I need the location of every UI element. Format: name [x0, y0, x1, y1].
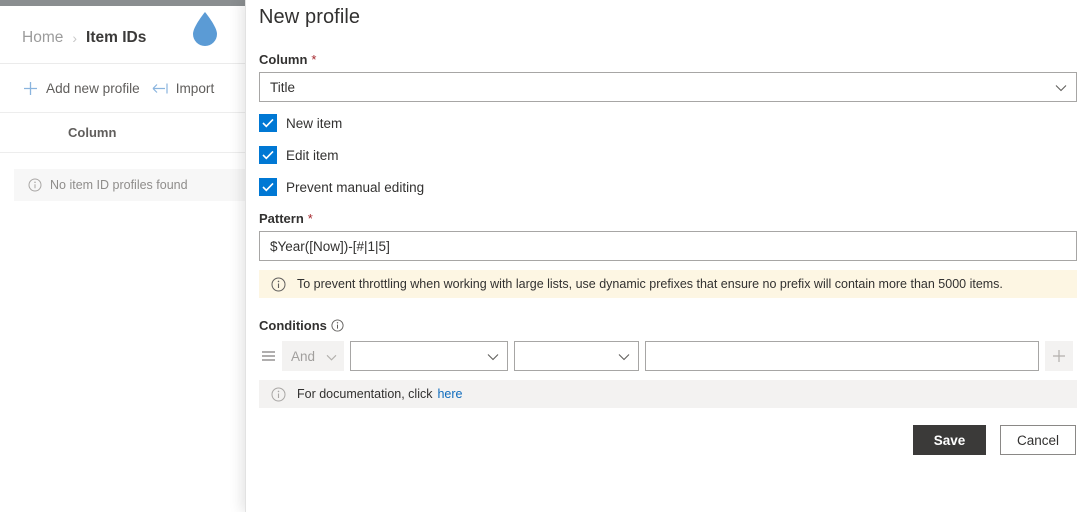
checkbox-new-item[interactable]: New item: [259, 113, 1077, 133]
background-page: Home › Item IDs Add new profile Import C…: [0, 6, 245, 512]
column-field-label: Column *: [259, 52, 1077, 67]
add-condition-button[interactable]: [1045, 341, 1073, 371]
condition-value-input[interactable]: [645, 341, 1039, 371]
throttling-warning-bar: To prevent throttling when working with …: [259, 270, 1077, 298]
info-icon: [28, 178, 42, 192]
column-required-marker: *: [311, 52, 317, 67]
info-icon: [271, 387, 286, 402]
pattern-input-value: $Year([Now])-[#|1|5]: [270, 238, 390, 254]
condition-operator-dropdown: And: [282, 341, 344, 371]
import-button[interactable]: Import: [152, 72, 215, 104]
documentation-bar: For documentation, click here: [259, 380, 1077, 408]
breadcrumb-separator-icon: ›: [72, 29, 78, 46]
checkbox-edit-item-label: Edit item: [286, 147, 339, 163]
options-checkbox-group: New item Edit item Prevent manual editin…: [259, 113, 1077, 197]
checkbox-checked-icon: [259, 178, 277, 196]
profile-form: Column * Title New item Edit item Preven…: [259, 52, 1077, 408]
pattern-field-label: Pattern *: [259, 211, 1077, 226]
chevron-down-icon: [326, 342, 337, 372]
pattern-input[interactable]: $Year([Now])-[#|1|5]: [259, 231, 1077, 261]
checkbox-checked-icon: [259, 146, 277, 164]
column-dropdown[interactable]: Title: [259, 72, 1077, 102]
list-empty-message: No item ID profiles found: [14, 169, 245, 201]
checkbox-new-item-label: New item: [286, 115, 343, 131]
cancel-button[interactable]: Cancel: [999, 425, 1076, 455]
conditions-label: Conditions: [259, 318, 1077, 333]
checkbox-prevent-manual-editing-label: Prevent manual editing: [286, 179, 425, 195]
condition-row: And: [259, 341, 1077, 371]
checkbox-checked-icon: [259, 114, 277, 132]
app-root: Home › Item IDs Add new profile Import C…: [0, 0, 1083, 512]
chevron-down-icon: [618, 342, 630, 372]
breadcrumb-current: Item IDs: [86, 28, 147, 46]
save-button[interactable]: Save: [912, 425, 986, 455]
checkbox-prevent-manual-editing[interactable]: Prevent manual editing: [259, 177, 1077, 197]
pattern-required-marker: *: [307, 211, 313, 226]
add-new-profile-label: Add new profile: [46, 80, 140, 96]
throttling-warning-text: To prevent throttling when working with …: [297, 277, 1003, 291]
documentation-text: For documentation, click: [297, 387, 433, 401]
list-empty-label: No item ID profiles found: [50, 178, 188, 192]
chevron-down-icon: [487, 342, 499, 372]
add-new-profile-button[interactable]: Add new profile: [22, 72, 140, 104]
checkbox-edit-item[interactable]: Edit item: [259, 145, 1077, 165]
pattern-label-text: Pattern: [259, 211, 304, 226]
plus-icon: [22, 80, 39, 97]
documentation-link[interactable]: here: [437, 387, 462, 401]
import-label: Import: [175, 80, 215, 96]
list-header: Column: [0, 112, 245, 153]
drag-handle-icon[interactable]: [259, 341, 277, 371]
command-bar: Add new profile Import: [0, 64, 245, 112]
column-label-text: Column: [259, 52, 308, 67]
info-icon: [271, 277, 286, 292]
water-drop-icon: [190, 11, 220, 47]
column-dropdown-value: Title: [270, 79, 296, 95]
new-profile-panel: New profile Column * Title New item Edit…: [245, 0, 1083, 512]
import-arrow-icon: [152, 80, 169, 97]
condition-field-dropdown[interactable]: [350, 341, 508, 371]
column-header-column[interactable]: Column: [68, 125, 116, 140]
conditions-label-text: Conditions: [259, 318, 327, 333]
panel-action-buttons: Save Cancel: [912, 425, 1076, 455]
breadcrumb-home[interactable]: Home: [22, 29, 63, 47]
chevron-down-icon: [1055, 73, 1067, 103]
panel-title: New profile: [259, 6, 361, 28]
condition-comparison-dropdown[interactable]: [514, 341, 639, 371]
info-circle-icon[interactable]: [331, 319, 344, 332]
condition-operator-value: And: [291, 348, 316, 364]
